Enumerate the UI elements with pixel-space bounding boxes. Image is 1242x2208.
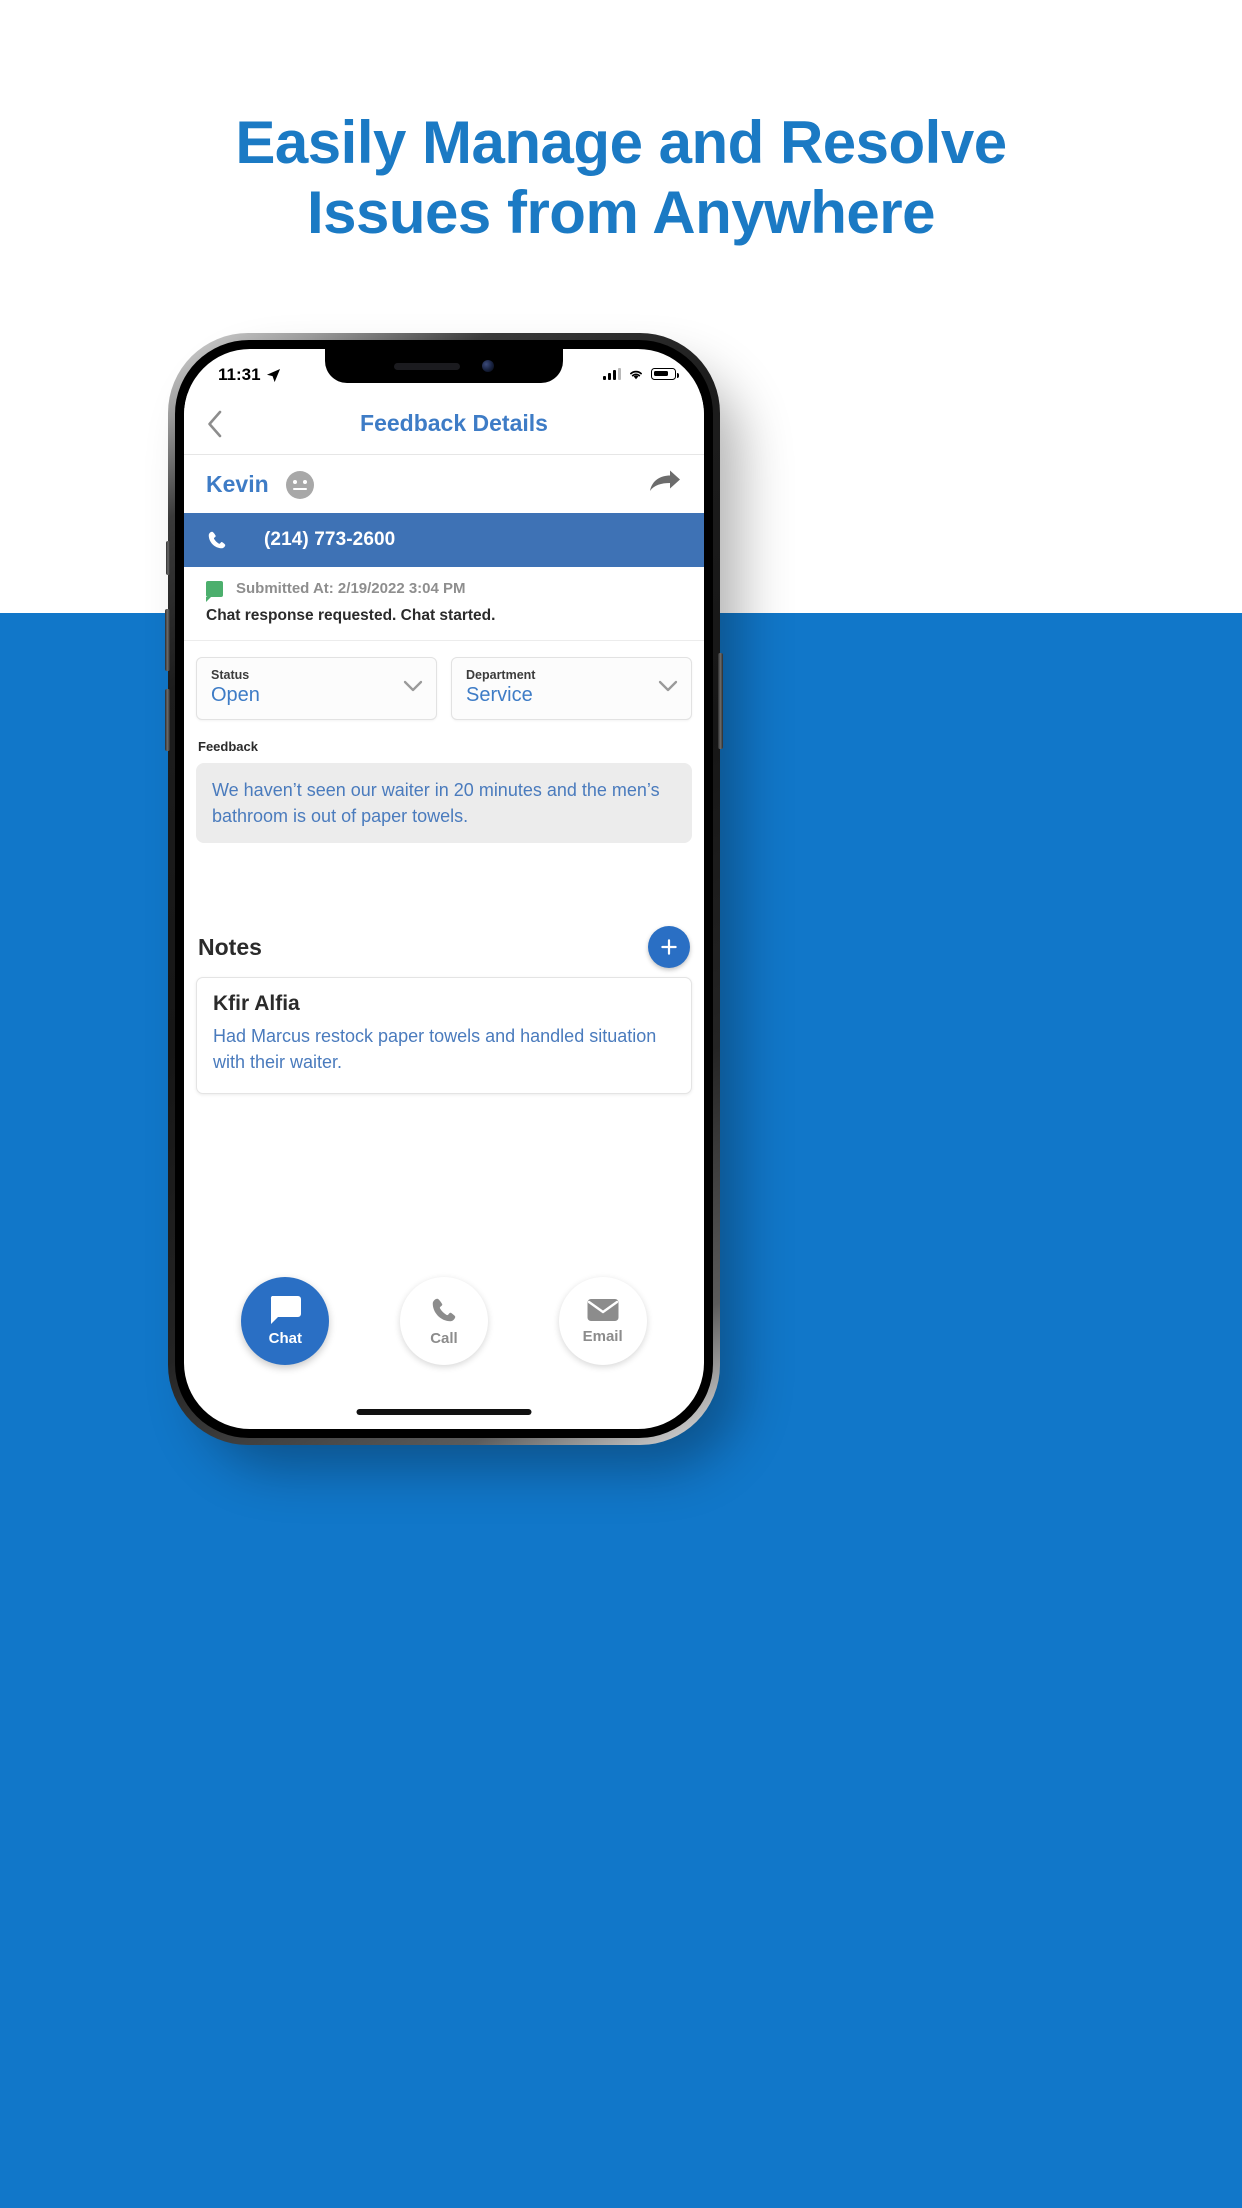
- add-note-button[interactable]: [648, 926, 690, 968]
- submission-row: Submitted At: 2/19/2022 3:04 PM: [206, 580, 682, 602]
- status-bar-left: 11:31: [218, 365, 281, 385]
- phone-power-button[interactable]: [718, 653, 723, 749]
- contact-phone-number: (214) 773-2600: [264, 529, 396, 550]
- share-arrow-icon: [650, 470, 680, 491]
- chat-button-label: Chat: [268, 1330, 302, 1347]
- home-indicator[interactable]: [356, 1409, 532, 1415]
- status-bar-right: [603, 368, 679, 380]
- phone-notch: [325, 349, 563, 383]
- notes-title: Notes: [198, 933, 262, 960]
- submitted-at-label: Submitted At: 2/19/2022 3:04 PM: [236, 580, 466, 597]
- chevron-down-icon: [403, 680, 423, 692]
- phone-handset-icon: [432, 1298, 456, 1322]
- phone-mockup: 11:31 Feedback Details Kevin (214) 773-2…: [160, 325, 723, 1450]
- status-time: 11:31: [218, 365, 261, 384]
- selects-row: Status Open Department Service: [184, 657, 704, 720]
- chat-status-text: Chat response requested. Chat started.: [206, 607, 496, 624]
- envelope-icon: [587, 1299, 619, 1321]
- phone-bezel: 11:31 Feedback Details Kevin (214) 773-2…: [175, 340, 713, 1438]
- wifi-icon: [630, 370, 642, 380]
- page-title-line-2: Issues from Anywhere: [307, 179, 936, 246]
- contact-row: Kevin: [184, 456, 704, 513]
- feedback-label: Feedback: [198, 739, 258, 754]
- note-author: Kfir Alfia: [213, 992, 300, 1015]
- department-select[interactable]: Department Service: [451, 657, 692, 720]
- plus-icon: [661, 939, 677, 955]
- earpiece-speaker-icon: [394, 362, 460, 370]
- status-select-value: Open: [211, 684, 260, 706]
- department-select-label: Department: [466, 668, 536, 682]
- phone-frame: 11:31 Feedback Details Kevin (214) 773-2…: [165, 333, 723, 1445]
- email-button-label: Email: [582, 1328, 623, 1345]
- chat-bubble-icon: [271, 1296, 302, 1324]
- front-camera-icon: [482, 360, 494, 372]
- phone-handset-icon: [208, 531, 226, 549]
- contact-name[interactable]: Kevin: [206, 471, 269, 498]
- phone-screen: 11:31 Feedback Details Kevin (214) 773-2…: [184, 349, 704, 1429]
- status-select[interactable]: Status Open: [196, 657, 437, 720]
- note-card[interactable]: Kfir Alfia Had Marcus restock paper towe…: [196, 977, 692, 1094]
- battery-icon: [651, 368, 679, 380]
- cellular-bars-icon: [603, 368, 621, 380]
- call-contact-bar[interactable]: (214) 773-2600: [184, 513, 704, 567]
- chevron-down-icon: [658, 680, 678, 692]
- department-select-value: Service: [466, 684, 533, 706]
- share-button[interactable]: [648, 469, 682, 500]
- submission-info: Submitted At: 2/19/2022 3:04 PM Chat res…: [184, 567, 704, 641]
- email-button[interactable]: Email: [558, 1277, 647, 1365]
- status-select-label: Status: [211, 668, 250, 682]
- notes-header: Notes: [184, 921, 704, 973]
- phone-volume-down-button[interactable]: [165, 689, 170, 751]
- phone-volume-up-button[interactable]: [165, 609, 170, 671]
- app-navigation-bar: Feedback Details: [184, 393, 704, 455]
- page-title-line-1: Easily Manage and Resolve: [235, 109, 1007, 176]
- feedback-text: We haven’t seen our waiter in 20 minutes…: [196, 763, 692, 843]
- chat-button[interactable]: Chat: [241, 1277, 330, 1365]
- feedback-section: Feedback We haven’t seen our waiter in 2…: [184, 739, 704, 843]
- page-title: Easily Manage and Resolve Issues from An…: [0, 108, 1242, 248]
- page-heading: Feedback Details: [360, 410, 548, 436]
- call-button-label: Call: [430, 1330, 458, 1347]
- action-button-row: Chat Call Email: [184, 1277, 704, 1365]
- chat-bubble-icon: [206, 580, 223, 602]
- note-text: Had Marcus restock paper towels and hand…: [213, 1026, 657, 1072]
- call-button[interactable]: Call: [399, 1277, 488, 1365]
- phone-mute-switch[interactable]: [166, 541, 170, 575]
- location-arrow-icon: [266, 368, 280, 382]
- neutral-face-icon: [285, 470, 314, 499]
